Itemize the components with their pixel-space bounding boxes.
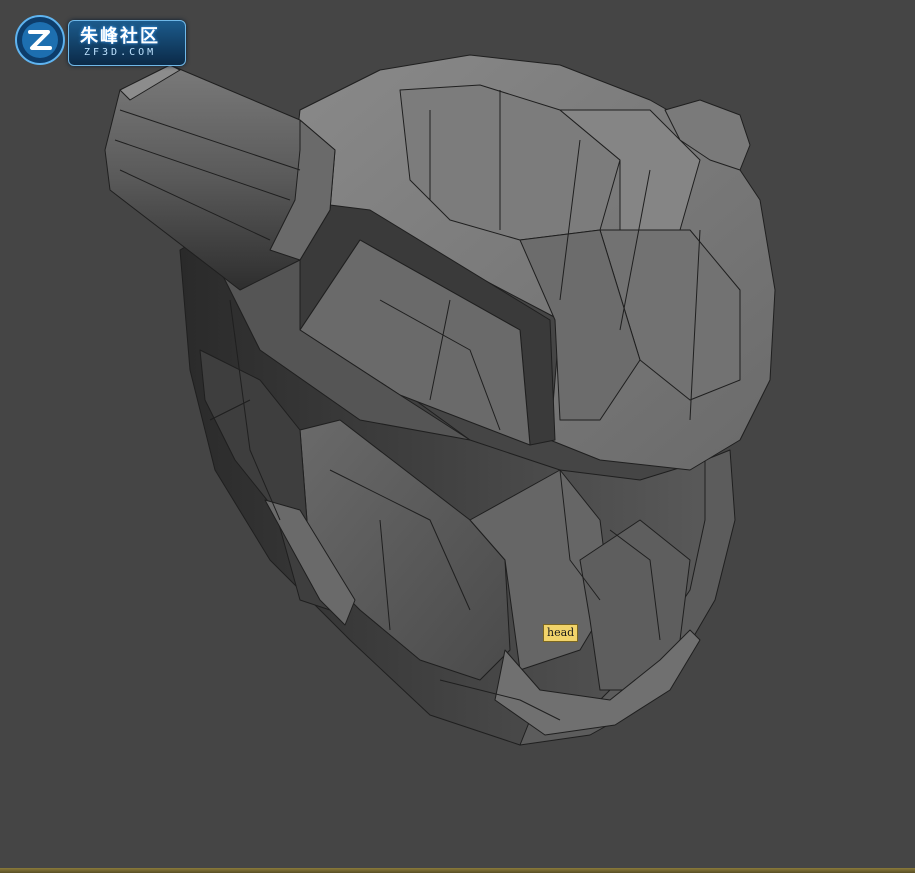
viewport-active-border xyxy=(0,868,915,873)
helmet-mesh[interactable] xyxy=(0,0,915,868)
logo-subtitle: ZF3D.COM xyxy=(84,47,157,58)
zf-logo-icon xyxy=(15,15,65,65)
site-logo[interactable]: 朱峰社区 ZF3D.COM xyxy=(10,12,186,68)
logo-title: 朱峰社区 xyxy=(80,26,160,47)
object-name-label: head xyxy=(543,624,579,642)
